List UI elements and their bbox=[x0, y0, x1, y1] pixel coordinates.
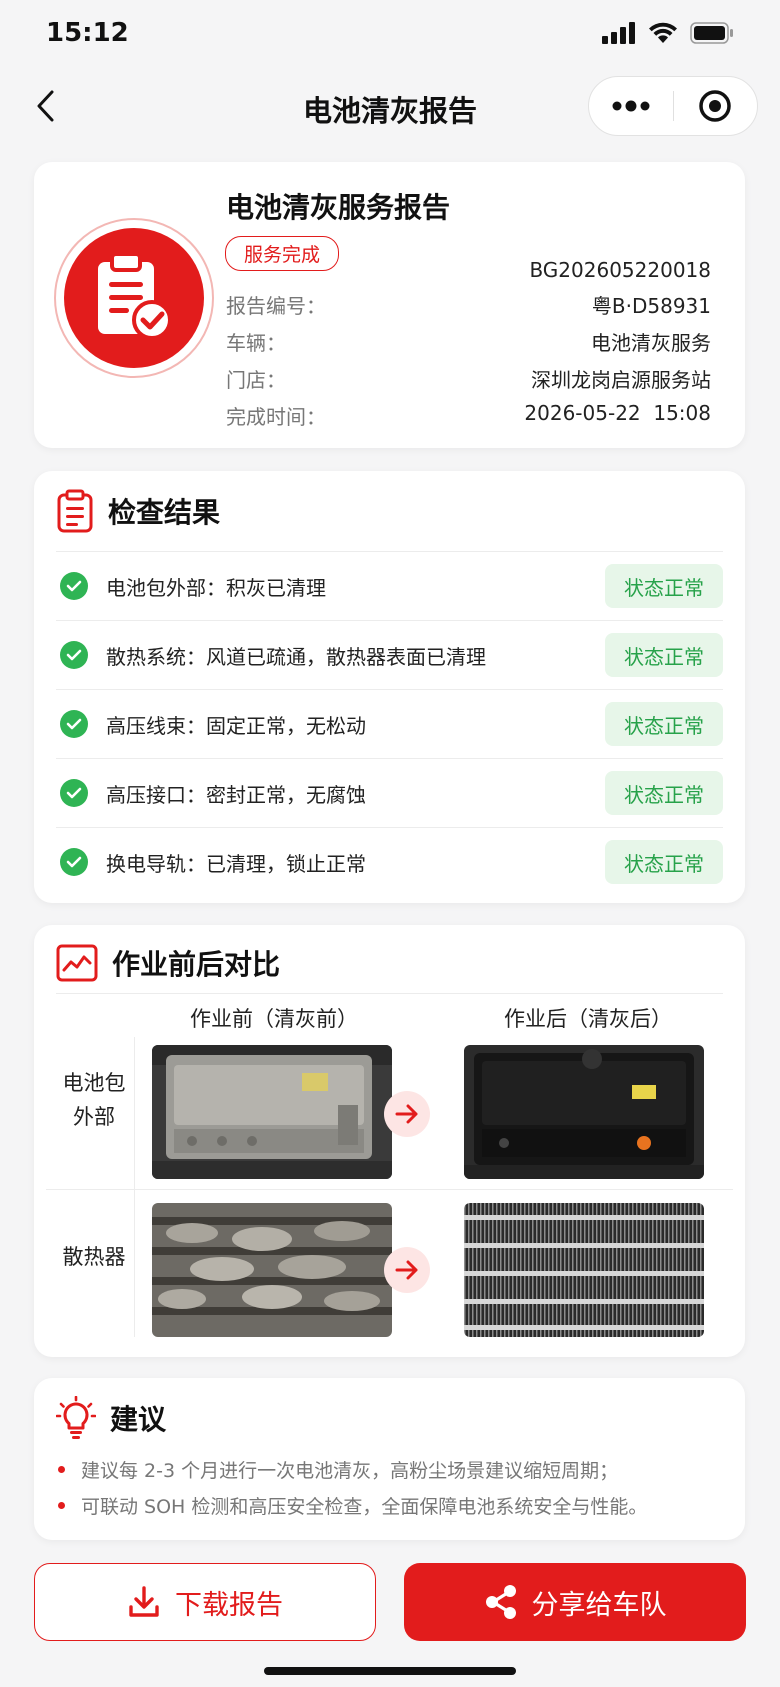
share-to-fleet-button[interactable]: 分享给车队 bbox=[404, 1563, 746, 1641]
check-circle-icon bbox=[60, 572, 88, 600]
home-indicator bbox=[264, 1667, 516, 1675]
more-button[interactable] bbox=[589, 77, 673, 135]
status-normal-badge: 状态正常 bbox=[605, 702, 723, 746]
miniapp-capsule bbox=[588, 76, 758, 136]
check-row: 换电导轨：已清理，锁止正常 状态正常 bbox=[56, 827, 723, 896]
status-normal-badge: 状态正常 bbox=[605, 771, 723, 815]
info-label: 门店： bbox=[226, 368, 286, 392]
radiator-after-image bbox=[464, 1203, 704, 1337]
after-column-title: 作业后（清灰后） bbox=[504, 1007, 672, 1031]
info-row-store: 门店： 深圳龙岗启源服务站 bbox=[226, 364, 711, 393]
advice-text: 建议每 2-3 个月进行一次电池清灰，高粉尘场景建议缩短周期； bbox=[81, 1460, 619, 1482]
row-label-battery-exterior: 电池包 外部 bbox=[62, 1071, 126, 1129]
check-item-text: 高压接口：密封正常，无腐蚀 bbox=[106, 782, 366, 807]
target-icon bbox=[699, 90, 731, 122]
info-label: 车辆： bbox=[226, 331, 286, 355]
section-title: 检查结果 bbox=[108, 496, 221, 529]
clipboard-check-icon bbox=[98, 252, 172, 340]
report-logo bbox=[54, 218, 214, 378]
check-results-header: 检查结果 bbox=[56, 489, 220, 533]
signal-icon bbox=[602, 22, 635, 44]
info-row-completed-time: 完成时间： 2026-05-22 15:08 bbox=[226, 401, 711, 430]
arrow-right-icon bbox=[384, 1091, 430, 1137]
check-row: 散热系统：风道已疏通，散热器表面已清理 状态正常 bbox=[56, 620, 723, 689]
status-badge: 服务完成 bbox=[225, 236, 340, 271]
check-circle-icon bbox=[60, 779, 88, 807]
before-after-card: 作业前后对比 作业前（清灰前） 作业后（清灰后） 电池包 外部 散热器 bbox=[34, 925, 745, 1357]
status-time: 15:12 bbox=[46, 18, 129, 48]
check-item-text: 散热系统：风道已疏通，散热器表面已清理 bbox=[106, 644, 486, 669]
check-circle-icon bbox=[60, 848, 88, 876]
status-normal-badge: 状态正常 bbox=[605, 840, 723, 884]
status-normal-badge: 状态正常 bbox=[605, 564, 723, 608]
wifi-icon bbox=[649, 22, 677, 43]
download-report-button[interactable]: 下载报告 bbox=[34, 1563, 376, 1641]
radiator-before-image bbox=[152, 1203, 392, 1337]
chart-line-icon bbox=[56, 944, 98, 982]
check-item-text: 换电导轨：已清理，锁止正常 bbox=[106, 851, 366, 876]
check-results-card: 检查结果 电池包外部：积灰已清理 状态正常 散热系统：风道已疏通，散热器表面已清… bbox=[34, 471, 745, 903]
clipboard-list-icon bbox=[57, 489, 93, 533]
section-title: 作业前后对比 bbox=[112, 948, 281, 981]
report-summary-card: 电池清灰服务报告 服务完成 BG202605220018 报告编号： 粤B·D5… bbox=[34, 162, 745, 448]
close-miniapp-button[interactable] bbox=[674, 77, 758, 135]
info-row-vehicle: 车辆： 电池清灰服务 bbox=[226, 327, 711, 356]
info-row-report-no: 报告编号： 粤B·D58931 bbox=[226, 290, 711, 319]
check-item-text: 高压线束：固定正常，无松动 bbox=[106, 713, 366, 738]
advice-card: 建议 建议每 2-3 个月进行一次电池清灰，高粉尘场景建议缩短周期； 可联动 S… bbox=[34, 1378, 745, 1540]
status-normal-badge: 状态正常 bbox=[605, 633, 723, 677]
bullet-dot bbox=[58, 1466, 65, 1473]
info-label: 报告编号： bbox=[226, 294, 326, 318]
advice-item: 建议每 2-3 个月进行一次电池清灰，高粉尘场景建议缩短周期； bbox=[58, 1456, 725, 1483]
info-value: 粤B·D58931 bbox=[591, 294, 711, 318]
before-after-header: 作业前后对比 bbox=[56, 943, 280, 983]
check-row: 高压接口：密封正常，无腐蚀 状态正常 bbox=[56, 758, 723, 827]
battery-after-image bbox=[464, 1045, 704, 1179]
check-row: 高压线束：固定正常，无松动 状态正常 bbox=[56, 689, 723, 758]
report-title: 电池清灰服务报告 bbox=[226, 191, 451, 224]
report-number: BG202605220018 bbox=[529, 258, 711, 282]
status-icons bbox=[602, 22, 734, 44]
advice-item: 可联动 SOH 检测和高压安全检查，全面保障电池系统安全与性能。 bbox=[58, 1492, 725, 1519]
before-column-title: 作业前（清灰前） bbox=[190, 1007, 358, 1031]
download-label: 下载报告 bbox=[175, 1589, 283, 1621]
status-bar: 15:12 bbox=[0, 0, 780, 70]
advice-header: 建议 bbox=[56, 1396, 166, 1440]
section-title: 建议 bbox=[110, 1403, 167, 1436]
info-value: 深圳龙岗启源服务站 bbox=[531, 368, 711, 392]
check-circle-icon bbox=[60, 641, 88, 669]
row-label-radiator: 散热器 bbox=[62, 1245, 126, 1269]
bullet-dot bbox=[58, 1502, 65, 1509]
check-circle-icon bbox=[60, 710, 88, 738]
divider bbox=[46, 1189, 733, 1190]
battery-before-image bbox=[152, 1045, 392, 1179]
download-icon bbox=[129, 1586, 159, 1617]
nav-bar: 电池清灰报告 bbox=[0, 70, 780, 142]
lightbulb-icon bbox=[56, 1396, 96, 1439]
battery-icon bbox=[690, 22, 733, 44]
share-label: 分享给车队 bbox=[531, 1589, 667, 1621]
info-value: 2026-05-22 15:08 bbox=[524, 401, 711, 425]
share-icon bbox=[485, 1585, 516, 1619]
info-value: 电池清灰服务 bbox=[591, 331, 711, 355]
check-item-text: 电池包外部：积灰已清理 bbox=[106, 575, 326, 600]
arrow-right-icon bbox=[384, 1247, 430, 1293]
check-row: 电池包外部：积灰已清理 状态正常 bbox=[56, 551, 723, 620]
more-dots-icon bbox=[612, 100, 650, 112]
info-label: 完成时间： bbox=[226, 405, 326, 429]
divider bbox=[56, 993, 723, 994]
advice-text: 可联动 SOH 检测和高压安全检查，全面保障电池系统安全与性能。 bbox=[81, 1496, 648, 1518]
